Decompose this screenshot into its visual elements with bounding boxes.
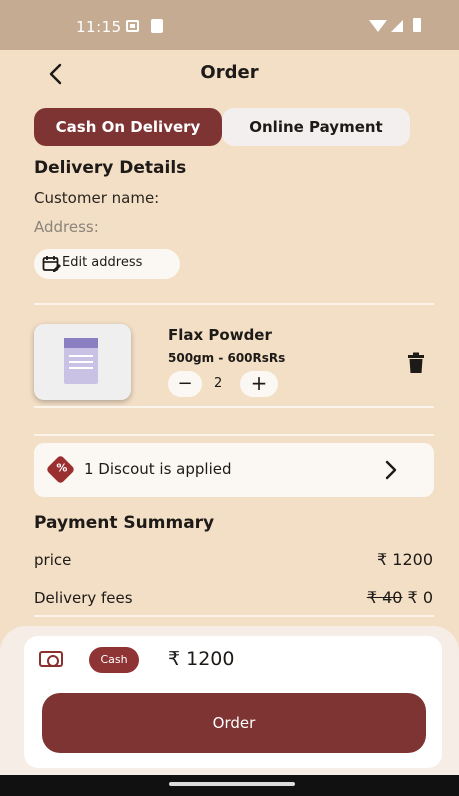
product-name: Flax Powder (168, 326, 272, 344)
sd-card-notification-icon (151, 19, 163, 33)
battery-icon (413, 18, 421, 32)
payment-method-badge: Cash (89, 647, 139, 673)
payment-summary-heading: Payment Summary (34, 513, 215, 533)
address-label: Address: (34, 218, 99, 236)
order-button[interactable]: Order (42, 693, 426, 753)
discount-label: 1 Discout is applied (84, 460, 232, 478)
edit-calendar-icon (42, 256, 61, 272)
delivery-fees-label: Delivery fees (34, 589, 133, 607)
divider (34, 434, 434, 436)
chevron-right-icon (384, 460, 398, 484)
gallery-notification-icon (126, 20, 139, 32)
status-time: 11:15 (76, 18, 122, 36)
app-header: Order (0, 52, 459, 94)
tab-cash-on-delivery[interactable]: Cash On Delivery (34, 108, 222, 146)
divider (34, 406, 434, 408)
signal-icon (391, 20, 403, 32)
quantity-increase-button[interactable]: + (240, 371, 278, 397)
delivery-details-heading: Delivery Details (34, 158, 187, 178)
product-package (64, 338, 98, 384)
system-nav-bar (0, 775, 459, 796)
discount-badge-icon (45, 454, 76, 485)
quantity-decrease-button[interactable]: − (168, 371, 202, 397)
page-title: Order (200, 62, 259, 83)
product-package-label (69, 355, 93, 357)
delivery-fees-new: ₹ 0 (407, 588, 433, 607)
customer-name-label: Customer name: (34, 189, 160, 207)
quantity-value: 2 (214, 376, 223, 391)
order-total: ₹ 1200 (168, 648, 235, 670)
edit-address-button[interactable]: Edit address (34, 249, 180, 279)
status-bar: 11:15 (0, 0, 459, 50)
status-icons (369, 18, 429, 34)
wifi-icon (369, 20, 387, 32)
discount-banner[interactable]: 1 Discout is applied (34, 443, 434, 497)
product-image (34, 324, 131, 400)
divider (34, 303, 434, 305)
tab-online-payment[interactable]: Online Payment (222, 108, 410, 146)
product-variant: 500gm - 600RsRs (168, 351, 286, 365)
delivery-fees-old: ₹ 40 (366, 588, 403, 607)
edit-address-label: Edit address (62, 255, 143, 270)
divider (34, 615, 434, 617)
delivery-fees-value: ₹ 40 ₹ 0 (367, 588, 433, 607)
delete-trash-icon[interactable] (406, 352, 426, 378)
price-value: ₹ 1200 (377, 550, 433, 569)
price-label: price (34, 551, 72, 569)
home-gesture-handle[interactable] (169, 782, 295, 786)
cash-icon (39, 651, 63, 667)
